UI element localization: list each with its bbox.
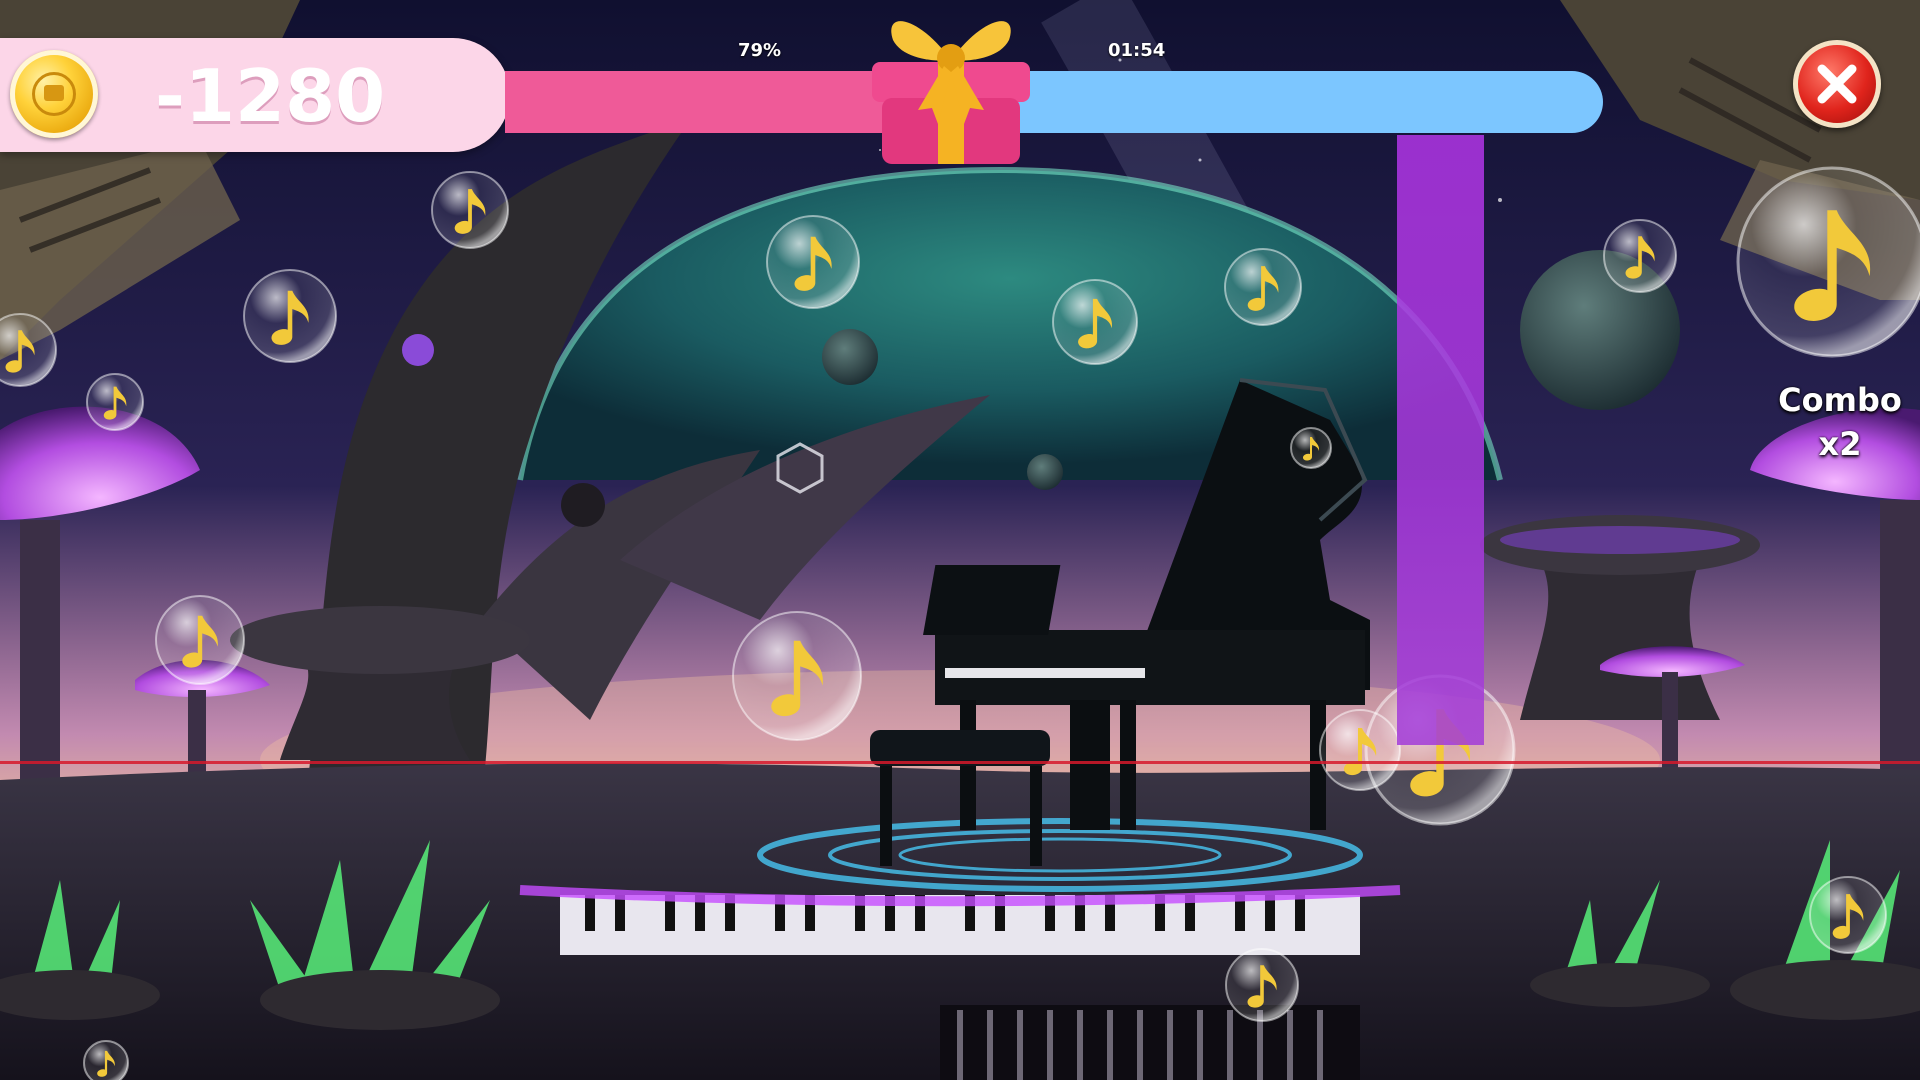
gift-box-icon[interactable] (858, 0, 1044, 170)
note-bubble (732, 611, 862, 741)
time-remaining: 01:54 (1108, 40, 1166, 61)
note-lane (1397, 135, 1484, 745)
note-bubble (155, 595, 245, 685)
note-bubble (243, 269, 337, 363)
note-bubble (1052, 279, 1138, 365)
coin-icon (10, 50, 98, 138)
close-x-icon (1817, 64, 1857, 104)
note-bubble (1290, 427, 1332, 469)
note-bubble (1225, 948, 1299, 1022)
combo-label: Combo (1778, 381, 1902, 419)
note-bubble (1603, 219, 1677, 293)
note-bubble-target[interactable] (1736, 166, 1920, 358)
note-bubble (1319, 709, 1401, 791)
progress-percent: 79% (738, 40, 782, 61)
note-bubble (1809, 876, 1887, 954)
note-bubble (431, 171, 509, 249)
note-bubble (766, 215, 860, 309)
combo-multiplier: x2 (1818, 425, 1862, 463)
score-value: -1280 (155, 54, 386, 138)
note-bubble (83, 1040, 129, 1080)
combo-indicator: Combo x2 (1760, 378, 1920, 466)
close-button[interactable] (1793, 40, 1881, 128)
note-bubble (1224, 248, 1302, 326)
hit-line (0, 761, 1920, 764)
song-progress-bar (505, 71, 1603, 133)
note-bubble (86, 373, 144, 431)
